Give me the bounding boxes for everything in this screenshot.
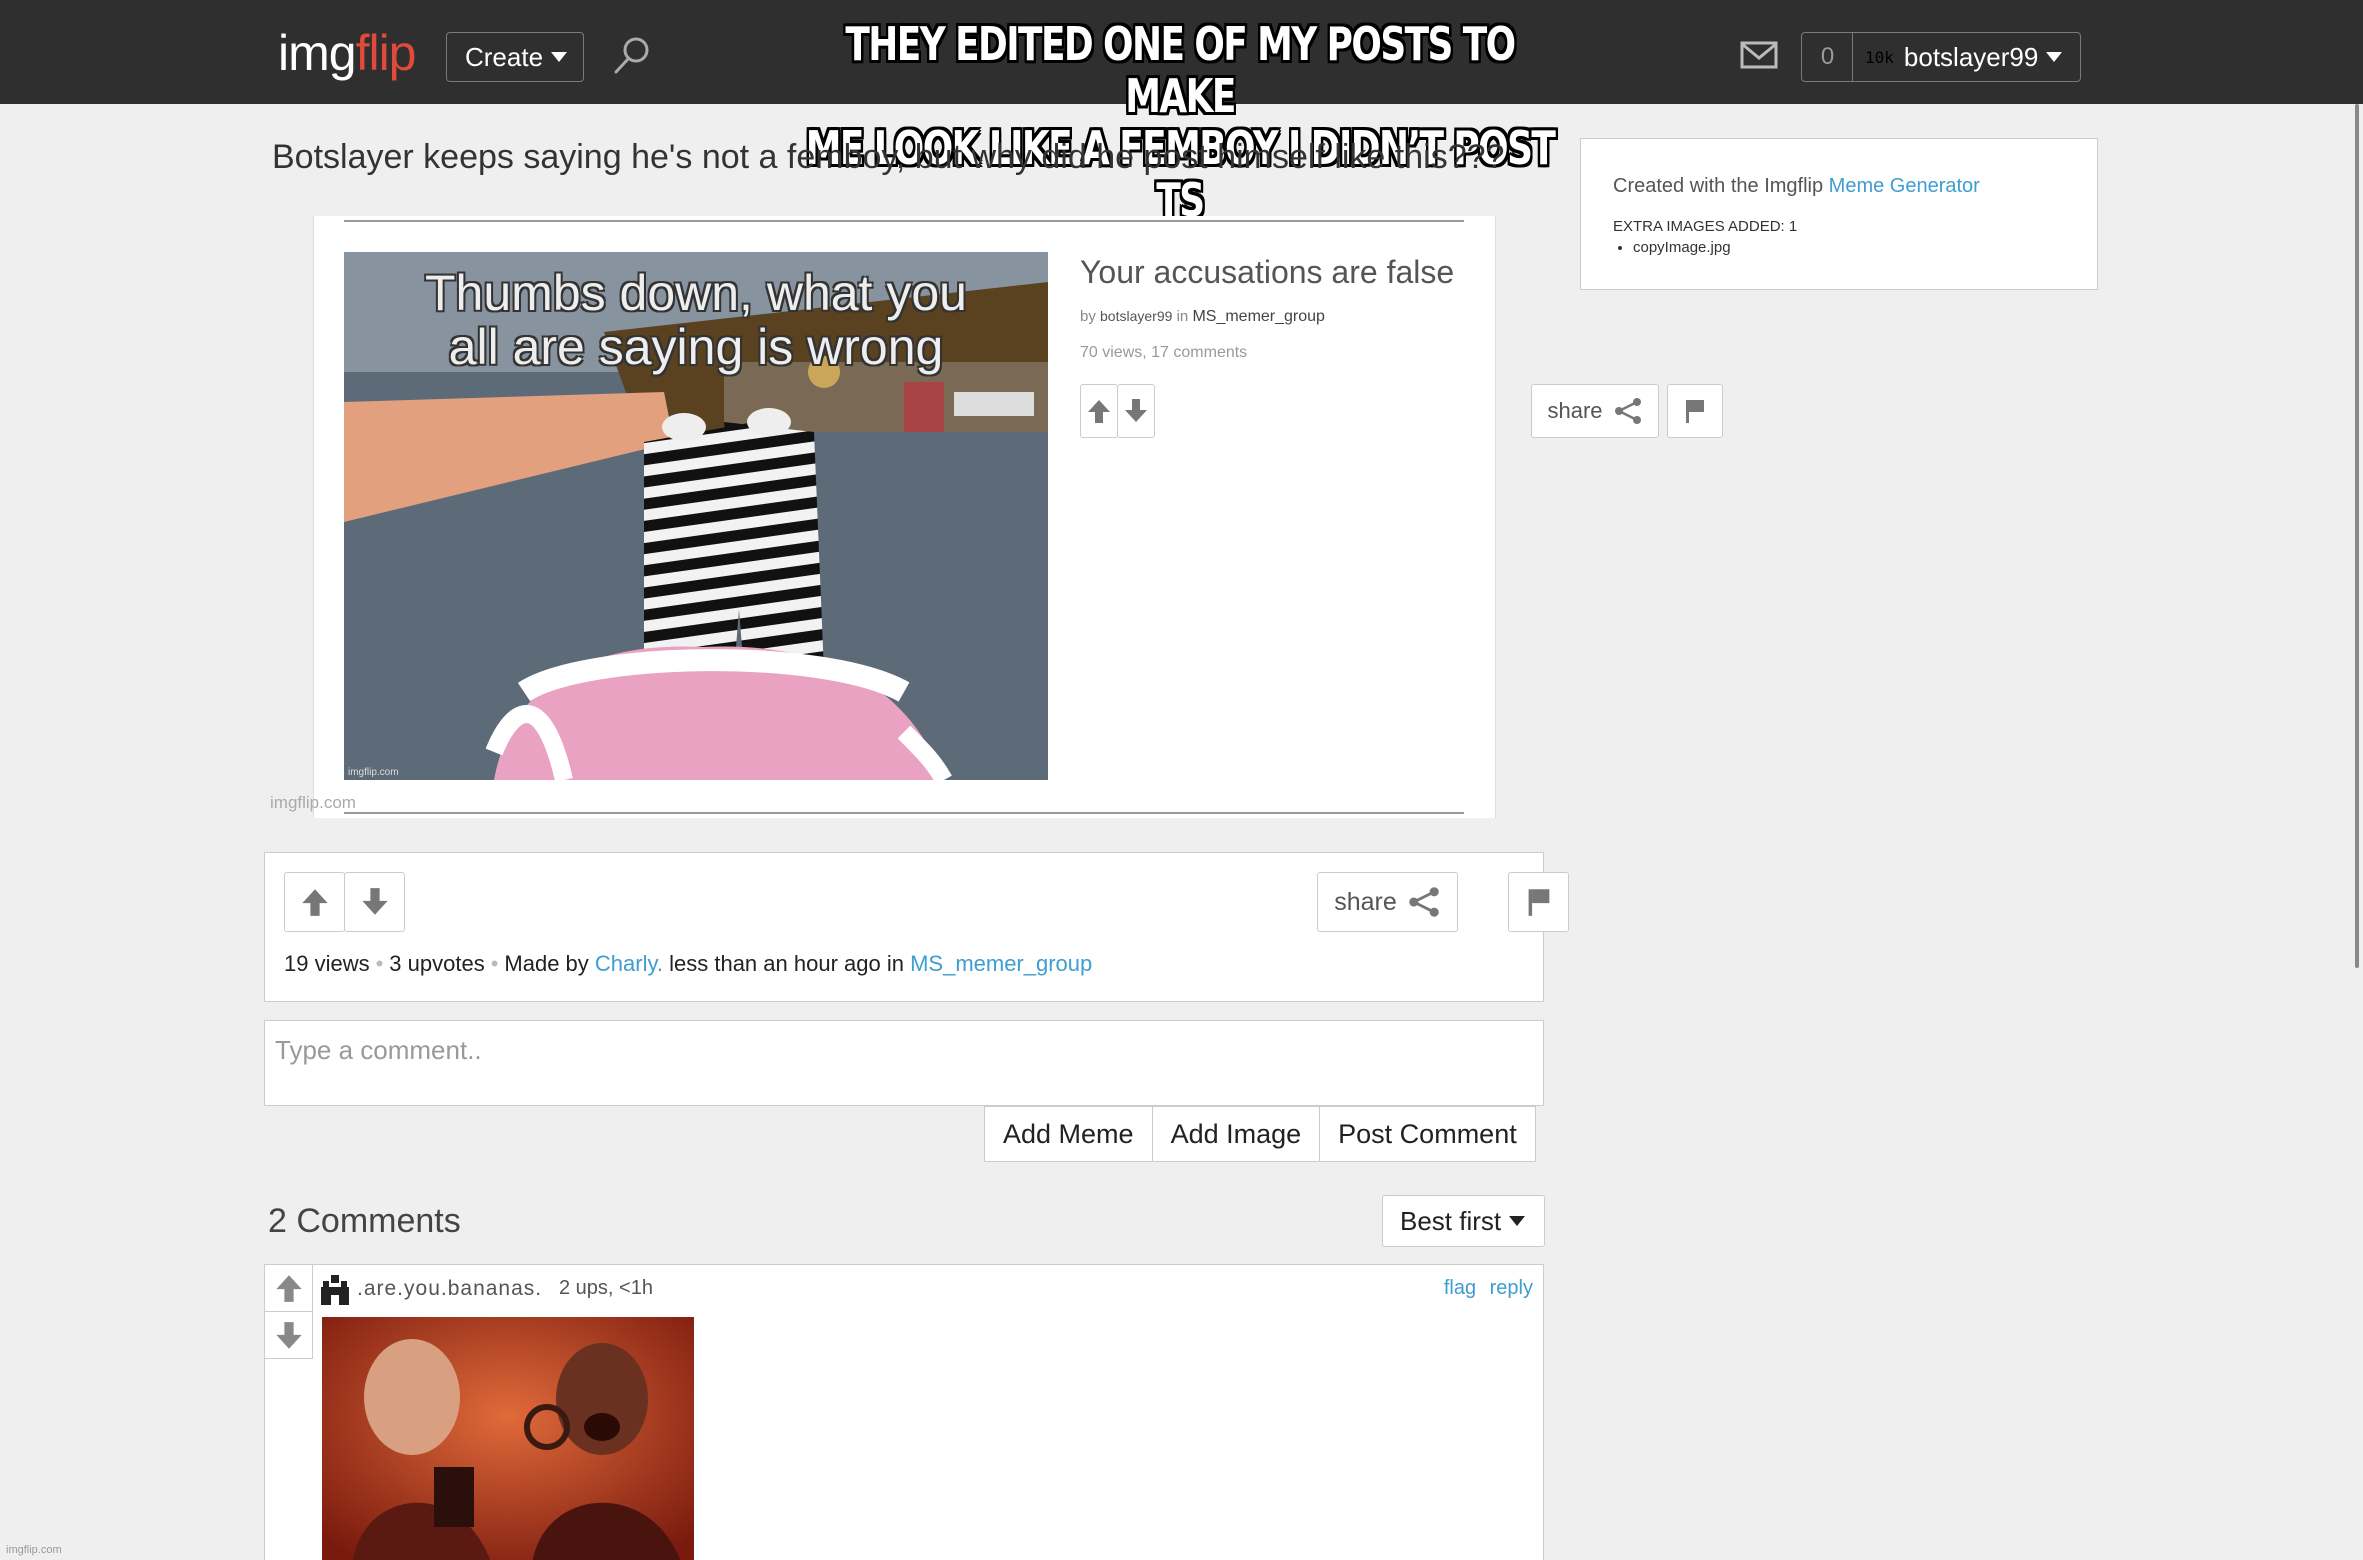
comment-image[interactable] (322, 1317, 694, 1560)
comment-sort-dropdown[interactable]: Best first (1382, 1195, 1545, 1247)
arrow-down-icon (1125, 399, 1147, 422)
divider (344, 220, 1464, 222)
overlay-caption-line-1: THEY EDITED ONE OF MY POSTS TO MAKE (845, 17, 1516, 123)
inner-upvote-button (1080, 384, 1118, 438)
create-menu-button[interactable]: Create (446, 32, 584, 82)
create-label: Create (465, 41, 544, 72)
extra-images-list: copyImage.jpg (1613, 239, 2065, 256)
flag-button[interactable] (1508, 872, 1569, 932)
comment-button-group: Add Meme Add Image Post Comment (984, 1106, 1536, 1162)
logo-text-suffix: flip (355, 25, 417, 81)
comment-meta: 2 ups, <1h (559, 1277, 653, 1299)
flag-icon (1528, 889, 1549, 916)
comment-downvote-button[interactable] (275, 1321, 303, 1356)
meme-watermark: imgflip.com (270, 793, 356, 812)
author-link[interactable]: Charly. (595, 951, 663, 976)
byline-user: botslayer99 (1100, 308, 1173, 324)
arrow-up-icon (1088, 400, 1110, 423)
photo-watermark: imgflip.com (348, 767, 399, 778)
meme-action-panel: share 19 views • 3 upvotes • Made by Charly.… (264, 852, 1569, 1002)
photo-caption: Thumbs down, what you all are saying is … (344, 266, 1048, 374)
notification-count[interactable]: 0 (1801, 32, 1853, 82)
upvotes-count: 3 upvotes (389, 951, 485, 976)
comment-vote-column (265, 1265, 313, 1359)
share-icon (1614, 398, 1641, 424)
comment-item: .are.you.bananas. 2 ups, <1h flag reply (264, 1264, 1544, 1560)
overlay-caption: THEY EDITED ONE OF MY POSTS TO MAKE ME L… (806, 17, 1556, 226)
inner-flag-button (1667, 384, 1723, 438)
username-label: botslayer99 (1903, 41, 2039, 72)
arrow-up-icon (276, 1275, 302, 1302)
share-button[interactable]: share (1317, 872, 1458, 932)
inner-photo: Thumbs down, what you all are saying is … (344, 252, 1048, 780)
post-comment-button[interactable]: Post Comment (1319, 1106, 1536, 1162)
flag-link[interactable]: flag (1444, 1277, 1476, 1299)
inner-post-title: Your accusations are false (1080, 254, 1455, 290)
add-meme-button[interactable]: Add Meme (984, 1106, 1152, 1162)
inner-post-byline: by botslayer99 in MS_memer_group (1080, 308, 1325, 326)
photo-caption-line-2: all are saying is wrong (448, 319, 944, 375)
footer-watermark: imgflip.com (6, 1544, 62, 1556)
share-icon (1409, 887, 1439, 917)
comment-input[interactable] (264, 1020, 1544, 1106)
user-points-badge: 10k (1865, 47, 1894, 67)
inner-share-button: share (1531, 384, 1659, 438)
arrow-down-icon (361, 888, 388, 915)
group-link[interactable]: MS_memer_group (910, 951, 1092, 976)
downvote-button[interactable] (344, 872, 405, 932)
user-menu-button[interactable]: 10k botslayer99 (1852, 32, 2081, 82)
avatar[interactable] (319, 1273, 351, 1305)
byline-prefix: by (1080, 308, 1096, 325)
add-image-button[interactable]: Add Image (1151, 1106, 1320, 1162)
meme-title: Botslayer keeps saying he's not a femboy… (272, 138, 1505, 176)
caret-down-icon (551, 52, 568, 62)
inner-post-stats: 70 views, 17 comments (1080, 344, 1248, 361)
logo-text-prefix: img (278, 25, 357, 81)
sort-label: Best first (1400, 1205, 1502, 1236)
comment-upvote-button[interactable] (275, 1273, 303, 1308)
made-by-label: Made by (504, 951, 589, 976)
comment-username[interactable]: .are.you.bananas. (357, 1277, 542, 1301)
inner-share-label: share (1547, 398, 1603, 423)
extra-images-label: EXTRA IMAGES ADDED: 1 (1613, 218, 1798, 235)
created-with-text: Created with the Imgflip Meme Generator (1613, 175, 2065, 198)
reply-link[interactable]: reply (1490, 1277, 1533, 1299)
extra-image-item: copyImage.jpg (1633, 239, 2065, 256)
created-with-card: Created with the Imgflip Meme Generator … (1580, 138, 2098, 290)
arrow-down-icon (276, 1322, 302, 1349)
flag-icon (1686, 400, 1704, 423)
top-navbar: imgflip Create 0 10k botslayer99 THEY ED… (0, 0, 2363, 226)
created-with-label: Created with the Imgflip (1613, 175, 1824, 197)
mail-icon[interactable] (1740, 40, 1778, 70)
meme-image: Thumbs down, what you all are saying is … (313, 216, 1723, 818)
share-label: share (1334, 887, 1397, 916)
upvote-button[interactable] (284, 872, 345, 932)
arrow-up-icon (301, 889, 328, 916)
views-count: 19 views (284, 951, 370, 976)
byline-in: in (1176, 308, 1189, 325)
page-scrollbar[interactable] (2355, 104, 2359, 968)
meme-generator-link[interactable]: Meme Generator (1829, 175, 1980, 197)
inner-downvote-button (1117, 384, 1155, 438)
comment-image-illustration (322, 1317, 694, 1560)
posted-time: less than an hour ago in (669, 951, 904, 976)
photo-caption-line-1: Thumbs down, what you (425, 265, 967, 321)
search-icon[interactable] (610, 34, 654, 78)
byline-group: MS_memer_group (1192, 308, 1325, 325)
imgflip-logo[interactable]: imgflip (278, 24, 416, 82)
caret-down-icon (1509, 1216, 1526, 1226)
comment-actions: flag reply (1436, 1277, 1533, 1300)
divider (344, 812, 1464, 814)
meme-meta-line: 19 views • 3 upvotes • Made by Charly. less … (284, 951, 1093, 976)
comments-heading: 2 Comments (268, 1202, 461, 1240)
caret-down-icon (2046, 52, 2063, 62)
